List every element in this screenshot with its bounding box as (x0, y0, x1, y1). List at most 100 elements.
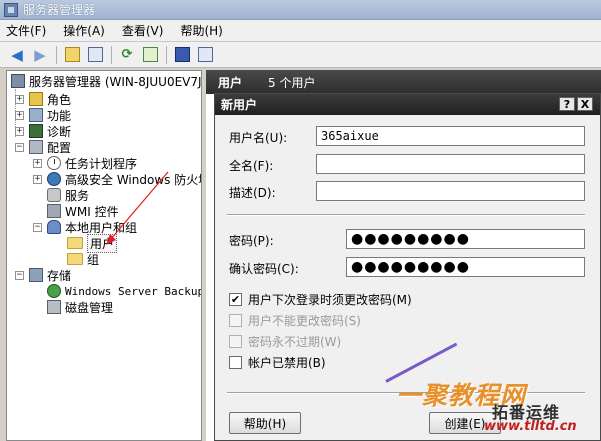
tree-label: 任务计划程序 (65, 156, 138, 171)
menu-view[interactable]: 查看(V) (122, 22, 164, 39)
tree-item-users[interactable]: 用户 (67, 233, 118, 253)
toolbar-separator (111, 45, 112, 64)
wmi-icon (47, 204, 61, 218)
tree-label: 组 (87, 252, 100, 267)
menu-help[interactable]: 帮助(H) (180, 22, 222, 39)
menu-file[interactable]: 文件(F) (6, 22, 46, 39)
services-icon (47, 188, 61, 202)
window-title: 服务器管理器 (23, 3, 96, 17)
tree-item-configuration[interactable]: − 配置 (15, 139, 71, 155)
expand-icon[interactable]: + (33, 174, 42, 184)
refresh-icon[interactable]: ⟳ (118, 46, 136, 64)
password-label: 密码(P): (229, 234, 274, 248)
username-input[interactable]: 365aixue (316, 126, 585, 146)
show-hide-tree-icon[interactable] (86, 46, 104, 64)
disk-icon (47, 300, 61, 314)
password-input[interactable]: ●●●●●●●●● (346, 229, 585, 249)
dialog-title: 新用户 (221, 98, 258, 112)
tree-item-server-manager[interactable]: 服务器管理器 (WIN-8JUU0EV7JL (11, 73, 201, 89)
fullname-input[interactable] (316, 154, 585, 174)
forward-arrow-icon[interactable]: ▶ (31, 46, 49, 64)
collapse-icon[interactable]: − (33, 222, 42, 232)
tree-label: 存储 (47, 268, 72, 283)
tree-item-task-scheduler[interactable]: + 任务计划程序 (33, 155, 137, 171)
back-arrow-icon[interactable]: ◀ (8, 46, 26, 64)
properties-icon[interactable] (196, 46, 214, 64)
users-pane-header: 用户 5 个用户 (206, 70, 601, 94)
roles-icon (29, 92, 43, 106)
collapse-icon[interactable]: − (15, 142, 24, 152)
dialog-title-bar: 新用户 ? X (215, 94, 600, 115)
tree-item-disk-management[interactable]: 磁盘管理 (47, 299, 113, 315)
tree-label: 高级安全 Windows 防火墙 (65, 172, 202, 187)
navigation-tree: 服务器管理器 (WIN-8JUU0EV7JL + 角色 + 功能 + 诊断 − … (6, 70, 202, 441)
checkbox-password-never-expires[interactable]: 密码永不过期(W) (229, 333, 341, 350)
backup-icon (47, 284, 61, 298)
checkbox-label: 用户不能更改密码(S) (248, 314, 361, 328)
server-icon (11, 74, 25, 88)
tree-item-firewall[interactable]: + 高级安全 Windows 防火墙 (33, 171, 202, 187)
dialog-close-button[interactable]: X (577, 97, 593, 111)
server-manager-icon (4, 2, 18, 17)
tree-label: 功能 (47, 108, 72, 123)
tree-item-storage[interactable]: − 存储 (15, 267, 71, 283)
description-input[interactable] (316, 181, 585, 201)
tree-item-groups[interactable]: 组 (67, 251, 99, 267)
title-bar: 服务器管理器 (0, 0, 601, 20)
tree-item-backup[interactable]: Windows Server Backup (47, 283, 202, 299)
help-button[interactable]: 帮助(H) (229, 412, 301, 434)
watermark-url: www.tlltd.cn (484, 419, 577, 434)
toolbar: ◀ ▶ ⟳ (0, 42, 601, 68)
clock-icon (47, 156, 61, 170)
tree-item-local-users-groups[interactable]: − 本地用户和组 (33, 219, 137, 235)
diagnostics-icon (29, 124, 43, 138)
checkbox[interactable] (229, 314, 242, 327)
tree-item-wmi[interactable]: WMI 控件 (47, 203, 119, 219)
dialog-help-button[interactable]: ? (559, 97, 575, 111)
expand-icon[interactable]: + (15, 126, 24, 136)
storage-icon (29, 268, 43, 282)
tree-label: WMI 控件 (65, 204, 119, 219)
tree-item-roles[interactable]: + 角色 (15, 91, 71, 107)
tree-label: 配置 (47, 140, 72, 155)
description-label: 描述(D): (229, 186, 276, 200)
checkbox-label: 密码永不过期(W) (248, 335, 342, 349)
toolbar-separator (166, 45, 167, 64)
confirm-password-input[interactable]: ●●●●●●●●● (346, 257, 585, 277)
users-groups-icon (47, 220, 61, 234)
checkbox-label: 用户下次登录时须更改密码(M) (248, 293, 412, 307)
fullname-label: 全名(F): (229, 159, 274, 173)
pane-title: 用户 (218, 75, 243, 90)
tree-item-services[interactable]: 服务 (47, 187, 89, 203)
checkbox[interactable] (229, 356, 242, 369)
tree-label: 磁盘管理 (65, 300, 114, 315)
checkbox[interactable] (229, 335, 242, 348)
checkbox-label: 帐户已禁用(B) (248, 356, 326, 370)
expand-icon[interactable]: + (33, 158, 42, 168)
tree-label: Windows Server Backup (65, 284, 202, 298)
tree-label: 角色 (47, 92, 72, 107)
toolbar-separator (56, 45, 57, 64)
folder-icon (67, 237, 83, 249)
checkbox-cannot-change-password[interactable]: 用户不能更改密码(S) (229, 312, 361, 329)
tree-label: 诊断 (47, 124, 72, 139)
dialog-divider (227, 214, 585, 216)
tree-item-features[interactable]: + 功能 (15, 107, 71, 123)
firewall-icon (47, 172, 61, 186)
help-icon[interactable] (173, 46, 191, 64)
export-list-icon[interactable] (141, 46, 159, 64)
tree-item-diagnostics[interactable]: + 诊断 (15, 123, 71, 139)
confirm-password-label: 确认密码(C): (229, 262, 299, 276)
collapse-icon[interactable]: − (15, 270, 24, 280)
features-icon (29, 108, 43, 122)
user-count: 5 个用户 (268, 75, 316, 90)
checkbox-account-disabled[interactable]: 帐户已禁用(B) (229, 354, 326, 371)
expand-icon[interactable]: + (15, 110, 24, 120)
checkbox-must-change-password[interactable]: ✔ 用户下次登录时须更改密码(M) (229, 291, 412, 308)
checkbox-checked[interactable]: ✔ (229, 293, 242, 306)
menu-action[interactable]: 操作(A) (63, 22, 105, 39)
configuration-icon (29, 140, 43, 154)
expand-icon[interactable]: + (15, 94, 24, 104)
up-folder-icon[interactable] (63, 46, 81, 64)
menu-bar: 文件(F) 操作(A) 查看(V) 帮助(H) (0, 20, 601, 42)
